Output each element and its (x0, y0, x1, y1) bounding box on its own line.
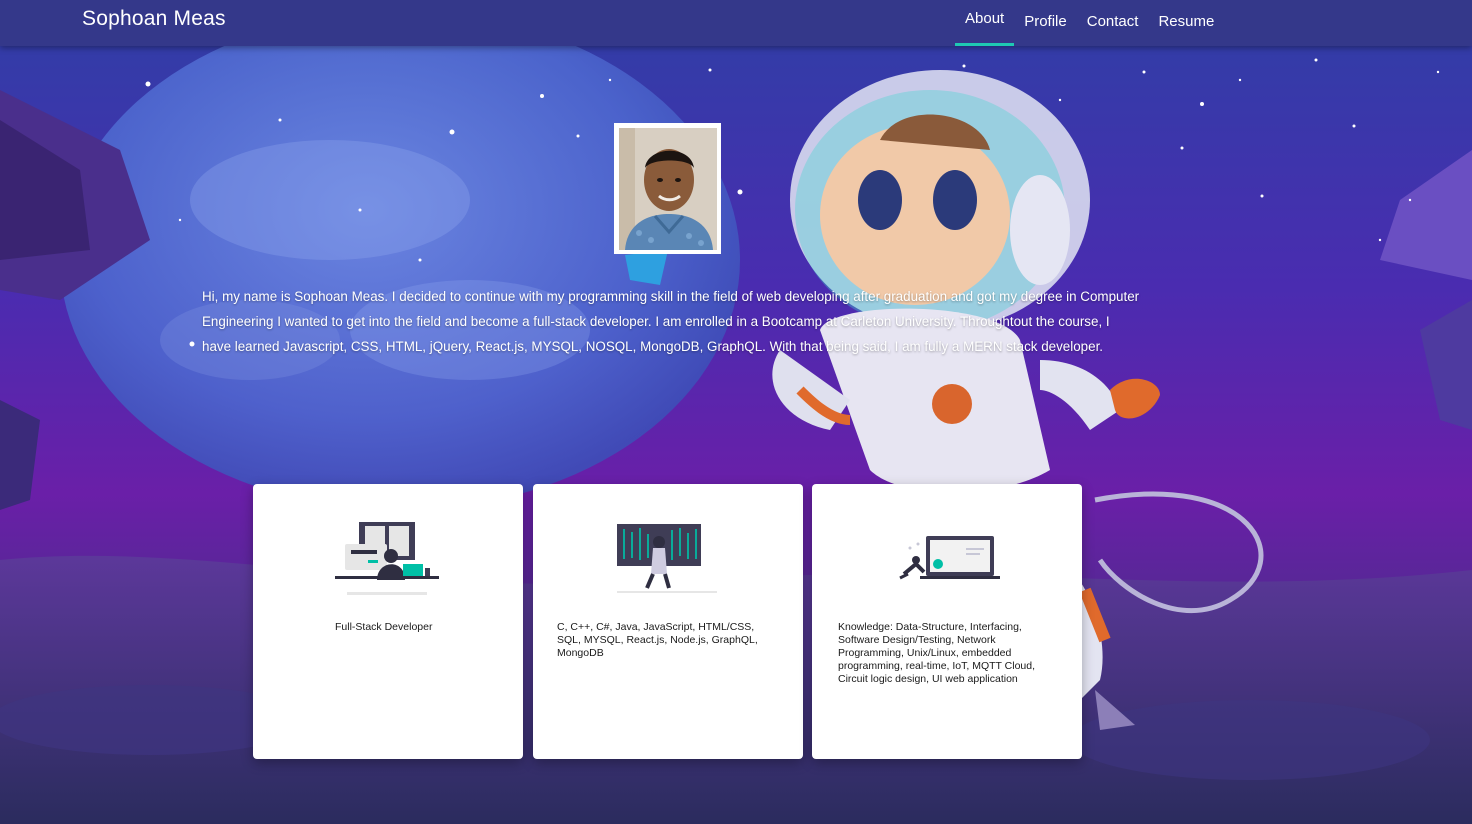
nav-links: About Profile Contact Resume (955, 0, 1224, 46)
laptop-illustration (899, 536, 1000, 580)
avatar-image (619, 128, 717, 250)
card-languages-text: C, C++, C#, Java, JavaScript, HTML/CSS, … (557, 621, 758, 659)
profile-photo (614, 123, 721, 254)
card-knowledge: Knowledge: Data-Structure, Interfacing, … (812, 484, 1082, 759)
nav-profile[interactable]: Profile (1014, 0, 1077, 46)
developer-desk-illustration (335, 522, 439, 595)
nav-resume[interactable]: Resume (1148, 0, 1224, 46)
nav-about[interactable]: About (955, 0, 1015, 46)
card-knowledge-text: Knowledge: Data-Structure, Interfacing, … (838, 621, 1036, 685)
card-languages: C, C++, C#, Java, JavaScript, HTML/CSS, … (533, 484, 803, 759)
about-paragraph: Hi, my name is Sophoan Meas. I decided t… (202, 289, 1140, 354)
matrix-code-illustration (617, 524, 717, 593)
nav-contact[interactable]: Contact (1077, 0, 1149, 46)
card-fullstack: Full-Stack Developer (253, 484, 523, 759)
card-fullstack-text: Full-Stack Developer (335, 621, 433, 633)
brand-name[interactable]: Sophoan Meas (82, 7, 226, 31)
top-navbar: Sophoan Meas About Profile Contact Resum… (0, 0, 1472, 46)
